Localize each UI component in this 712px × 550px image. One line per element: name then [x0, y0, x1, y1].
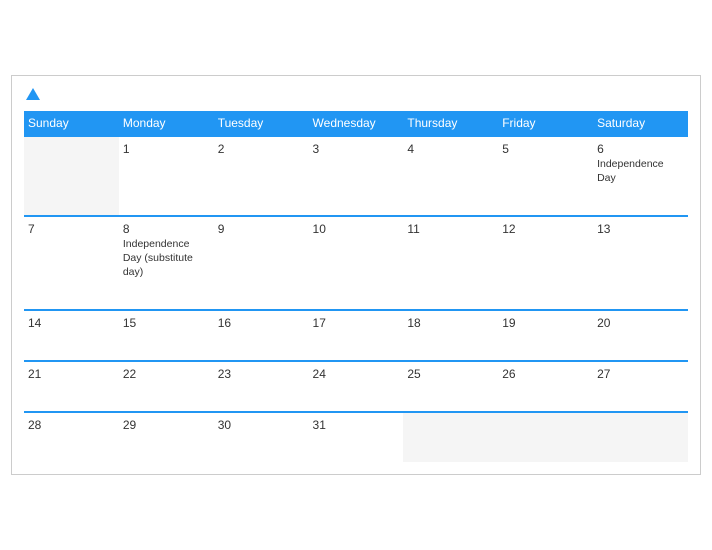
calendar-day-cell: 26 [498, 361, 593, 412]
weekday-header-sunday: Sunday [24, 111, 119, 136]
calendar-day-cell: 23 [214, 361, 309, 412]
day-number: 13 [597, 222, 684, 236]
calendar-day-cell: 14 [24, 310, 119, 361]
calendar-week-row: 28 29 30 31 [24, 412, 688, 462]
day-number: 2 [218, 142, 305, 156]
weekday-header-friday: Friday [498, 111, 593, 136]
day-number: 24 [313, 367, 400, 381]
calendar-week-row: 14 15 16 17 18 19 20 [24, 310, 688, 361]
calendar-container: SundayMondayTuesdayWednesdayThursdayFrid… [11, 75, 701, 476]
calendar-day-cell: 27 [593, 361, 688, 412]
calendar-day-cell [593, 412, 688, 462]
calendar-day-cell: 30 [214, 412, 309, 462]
calendar-day-cell: 5 [498, 136, 593, 216]
day-number: 27 [597, 367, 684, 381]
day-number: 16 [218, 316, 305, 330]
logo-triangle-icon [26, 88, 40, 100]
calendar-day-cell: 12 [498, 216, 593, 310]
day-number: 21 [28, 367, 115, 381]
calendar-day-cell: 2 [214, 136, 309, 216]
day-number: 14 [28, 316, 115, 330]
calendar-day-cell [498, 412, 593, 462]
day-number: 19 [502, 316, 589, 330]
day-event: Independence Day (substitute day) [123, 238, 210, 279]
day-number: 7 [28, 222, 115, 236]
calendar-day-cell: 19 [498, 310, 593, 361]
calendar-week-row: 78 Independence Day (substitute day) 9 10 11… [24, 216, 688, 310]
calendar-day-cell: 1 [119, 136, 214, 216]
day-number: 15 [123, 316, 210, 330]
day-number: 26 [502, 367, 589, 381]
day-number: 29 [123, 418, 210, 432]
weekday-header-monday: Monday [119, 111, 214, 136]
day-number: 17 [313, 316, 400, 330]
calendar-day-cell: 11 [403, 216, 498, 310]
day-number: 3 [313, 142, 400, 156]
day-number: 31 [313, 418, 400, 432]
calendar-day-cell: 17 [309, 310, 404, 361]
calendar-day-cell: 22 [119, 361, 214, 412]
calendar-day-cell: 15 [119, 310, 214, 361]
day-number: 30 [218, 418, 305, 432]
calendar-day-cell: 16 [214, 310, 309, 361]
calendar-day-cell: 21 [24, 361, 119, 412]
day-number: 25 [407, 367, 494, 381]
calendar-day-cell: 7 [24, 216, 119, 310]
calendar-day-cell: 31 [309, 412, 404, 462]
day-number: 1 [123, 142, 210, 156]
calendar-day-cell: 20 [593, 310, 688, 361]
day-event: Independence Day [597, 158, 684, 185]
weekday-header-tuesday: Tuesday [214, 111, 309, 136]
calendar-day-cell: 6 Independence Day [593, 136, 688, 216]
day-number: 6 [597, 142, 684, 156]
day-number: 4 [407, 142, 494, 156]
logo-text [24, 86, 40, 104]
calendar-day-cell: 28 [24, 412, 119, 462]
weekday-header-saturday: Saturday [593, 111, 688, 136]
day-number: 20 [597, 316, 684, 330]
calendar-day-cell [24, 136, 119, 216]
calendar-day-cell: 10 [309, 216, 404, 310]
day-number: 23 [218, 367, 305, 381]
calendar-day-cell: 4 [403, 136, 498, 216]
weekday-header-wednesday: Wednesday [309, 111, 404, 136]
logo [24, 86, 40, 104]
calendar-header [24, 86, 688, 104]
day-number: 12 [502, 222, 589, 236]
weekday-header-row: SundayMondayTuesdayWednesdayThursdayFrid… [24, 111, 688, 136]
calendar-day-cell: 9 [214, 216, 309, 310]
weekday-header-thursday: Thursday [403, 111, 498, 136]
calendar-week-row: 123456 Independence Day [24, 136, 688, 216]
day-number: 9 [218, 222, 305, 236]
calendar-grid: SundayMondayTuesdayWednesdayThursdayFrid… [24, 111, 688, 462]
day-number: 28 [28, 418, 115, 432]
day-number: 8 [123, 222, 210, 236]
calendar-week-row: 21 22 23 24 25 26 27 [24, 361, 688, 412]
day-number: 18 [407, 316, 494, 330]
calendar-day-cell: 13 [593, 216, 688, 310]
calendar-day-cell: 8 Independence Day (substitute day) [119, 216, 214, 310]
calendar-day-cell: 3 [309, 136, 404, 216]
calendar-day-cell: 25 [403, 361, 498, 412]
calendar-day-cell: 18 [403, 310, 498, 361]
calendar-day-cell: 29 [119, 412, 214, 462]
day-number: 11 [407, 222, 494, 236]
calendar-day-cell: 24 [309, 361, 404, 412]
day-number: 5 [502, 142, 589, 156]
day-number: 10 [313, 222, 400, 236]
calendar-day-cell [403, 412, 498, 462]
day-number: 22 [123, 367, 210, 381]
